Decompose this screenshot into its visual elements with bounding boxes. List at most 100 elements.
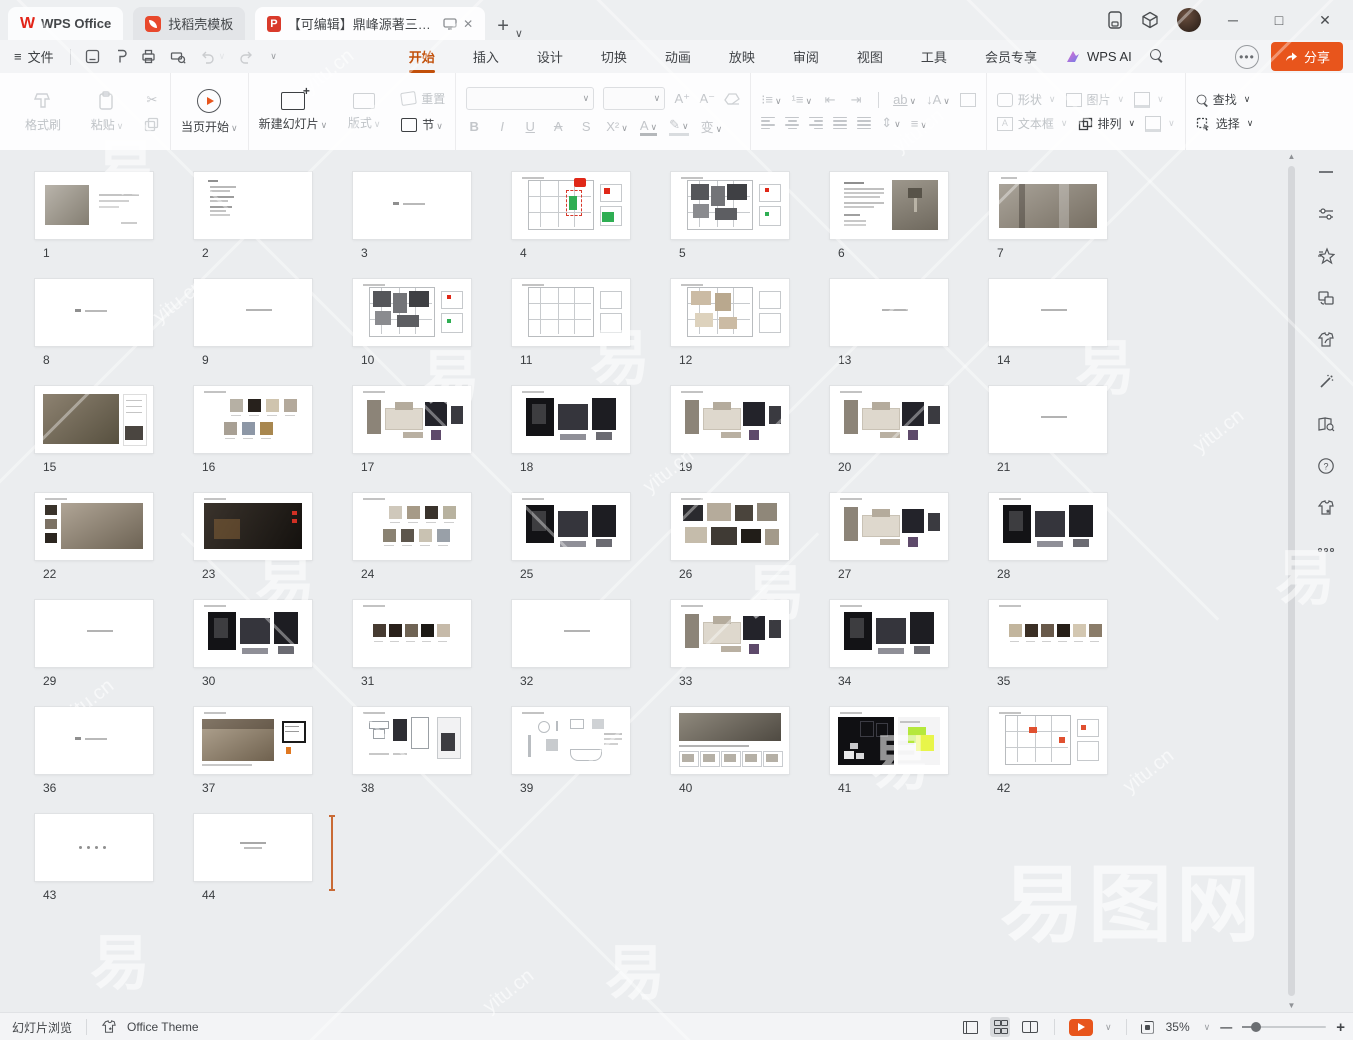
slide-preview[interactable] [194, 493, 312, 560]
new-tab-button[interactable]: + [497, 15, 509, 40]
textbox-button[interactable]: A文本框∨ [997, 115, 1068, 132]
tab-docer-templates[interactable]: 找稻壳模板 [133, 7, 245, 40]
slide-preview[interactable] [989, 493, 1107, 560]
align-right-button[interactable] [809, 115, 823, 131]
zoom-slider-knob[interactable] [1251, 1022, 1261, 1032]
zoom-chevron-icon[interactable]: ∨ [1204, 1022, 1211, 1033]
copy-icon[interactable] [144, 117, 159, 132]
slide-preview[interactable] [671, 707, 789, 774]
close-tab-icon[interactable]: ✕ [463, 17, 473, 31]
zoom-slider[interactable] [1242, 1026, 1326, 1028]
slide-preview[interactable] [194, 172, 312, 239]
slide-thumbnail-30[interactable]: 30 [194, 600, 312, 684]
export-pdf-icon[interactable] [114, 49, 127, 64]
slide-preview[interactable] [830, 600, 948, 667]
slide-preview[interactable] [671, 386, 789, 453]
slide-preview[interactable] [512, 493, 630, 560]
reader-view-icon[interactable] [1316, 414, 1336, 434]
slide-preview[interactable] [194, 600, 312, 667]
slide-preview[interactable] [671, 600, 789, 667]
tab-animation[interactable]: 动画 [663, 41, 693, 72]
strikethrough-button[interactable]: S [578, 119, 594, 134]
tab-review[interactable]: 审阅 [791, 41, 821, 72]
font-color-button[interactable]: A∨ [640, 118, 657, 136]
slide-sorter-view-button[interactable] [990, 1017, 1010, 1037]
picture-button[interactable]: 图片∨ [1066, 91, 1125, 108]
slide-preview[interactable] [35, 279, 153, 346]
increase-font-button[interactable]: A⁺ [674, 91, 690, 107]
collapse-pane-icon[interactable] [1316, 162, 1336, 182]
tab-view[interactable]: 视图 [855, 41, 885, 72]
slide-preview[interactable] [830, 279, 948, 346]
scroll-up-icon[interactable]: ▲ [1287, 152, 1296, 161]
slide-thumbnail-25[interactable]: 25 [512, 493, 630, 577]
slide-thumbnail-18[interactable]: 18 [512, 386, 630, 470]
highlight-color-button[interactable]: ✎∨ [669, 117, 689, 136]
properties-icon[interactable] [1316, 204, 1336, 224]
smartart-convert-icon[interactable] [960, 93, 976, 107]
slide-preview[interactable] [353, 600, 471, 667]
slide-thumbnail-33[interactable]: 33 [671, 600, 789, 684]
slide-thumbnail-13[interactable]: 13 [830, 279, 948, 363]
slide-preview[interactable] [989, 386, 1107, 453]
minimize-button[interactable]: ─ [1219, 12, 1247, 28]
save-icon[interactable] [85, 49, 100, 64]
slide-preview[interactable] [35, 172, 153, 239]
slide-preview[interactable] [512, 600, 630, 667]
distribute-button[interactable] [857, 115, 871, 131]
present-device-icon[interactable] [443, 18, 457, 30]
slide-preview[interactable] [35, 493, 153, 560]
search-icon[interactable] [1150, 49, 1162, 61]
slide-thumbnail-19[interactable]: 19 [671, 386, 789, 470]
slide-preview[interactable] [194, 707, 312, 774]
tab-list-chevron-icon[interactable]: ∨ [515, 27, 523, 40]
slide-thumbnail-42[interactable]: 42 [989, 707, 1107, 791]
slide-preview[interactable] [194, 279, 312, 346]
redo-icon[interactable] [239, 50, 254, 64]
vertical-scrollbar[interactable]: ▲ ▼ [1286, 152, 1297, 1010]
slide-thumbnail-9[interactable]: 9 [194, 279, 312, 363]
new-slide-button[interactable]: 新建幻灯片∨ [259, 92, 328, 132]
slide-thumbnail-38[interactable]: 38 [353, 707, 471, 791]
select-button[interactable]: 选择∨ [1196, 115, 1254, 132]
slide-preview[interactable] [830, 386, 948, 453]
slide-thumbnail-28[interactable]: 28 [989, 493, 1107, 577]
play-from-current-button[interactable]: 当页开始∨ [181, 89, 238, 135]
slide-thumbnail-31[interactable]: 31 [353, 600, 471, 684]
qat-more-chevron-icon[interactable]: ∨ [270, 51, 277, 62]
slide-preview[interactable] [830, 172, 948, 239]
3d-box-icon[interactable] [1141, 11, 1159, 29]
tab-insert[interactable]: 插入 [471, 41, 501, 72]
increase-indent-button[interactable]: ⇥ [848, 92, 864, 108]
maximize-button[interactable]: □ [1265, 12, 1293, 28]
slide-preview[interactable] [194, 386, 312, 453]
slide-thumbnail-3[interactable]: 3 [353, 172, 471, 256]
slide-background-button[interactable]: ∨ [1145, 116, 1175, 132]
shadow-button[interactable]: A [550, 119, 566, 134]
slide-thumbnail-17[interactable]: 17 [353, 386, 471, 470]
wps-ai-button[interactable]: WPS AI [1065, 49, 1132, 64]
slide-preview[interactable] [194, 814, 312, 881]
fill-color-button[interactable]: ∨ [1134, 92, 1164, 108]
slide-thumbnail-10[interactable]: 10 [353, 279, 471, 363]
paragraph-settings-button[interactable]: ≡∨ [911, 116, 927, 131]
zoom-out-button[interactable]: — [1220, 1020, 1232, 1034]
slide-preview[interactable] [512, 279, 630, 346]
design-tools-icon[interactable] [1316, 330, 1336, 350]
slide-preview[interactable] [35, 707, 153, 774]
smart-beautify-icon[interactable] [1316, 372, 1336, 392]
print-preview-icon[interactable] [170, 49, 186, 64]
slide-thumbnail-40[interactable]: 40 [671, 707, 789, 791]
layout-button[interactable]: 版式∨ [337, 93, 391, 131]
slide-thumbnail-1[interactable]: 1 [35, 172, 153, 256]
scroll-down-icon[interactable]: ▼ [1287, 1001, 1296, 1010]
superscript-button[interactable]: X²∨ [606, 119, 628, 134]
slide-thumbnail-21[interactable]: 21 [989, 386, 1107, 470]
slide-preview[interactable] [35, 814, 153, 881]
theme-name[interactable]: Office Theme [127, 1020, 199, 1034]
arrange-button[interactable]: 排列∨ [1078, 115, 1136, 132]
slide-preview[interactable] [353, 386, 471, 453]
underline-button[interactable]: U [522, 119, 538, 134]
slide-preview[interactable] [353, 172, 471, 239]
format-painter-button[interactable]: 格式刷 [16, 91, 70, 133]
